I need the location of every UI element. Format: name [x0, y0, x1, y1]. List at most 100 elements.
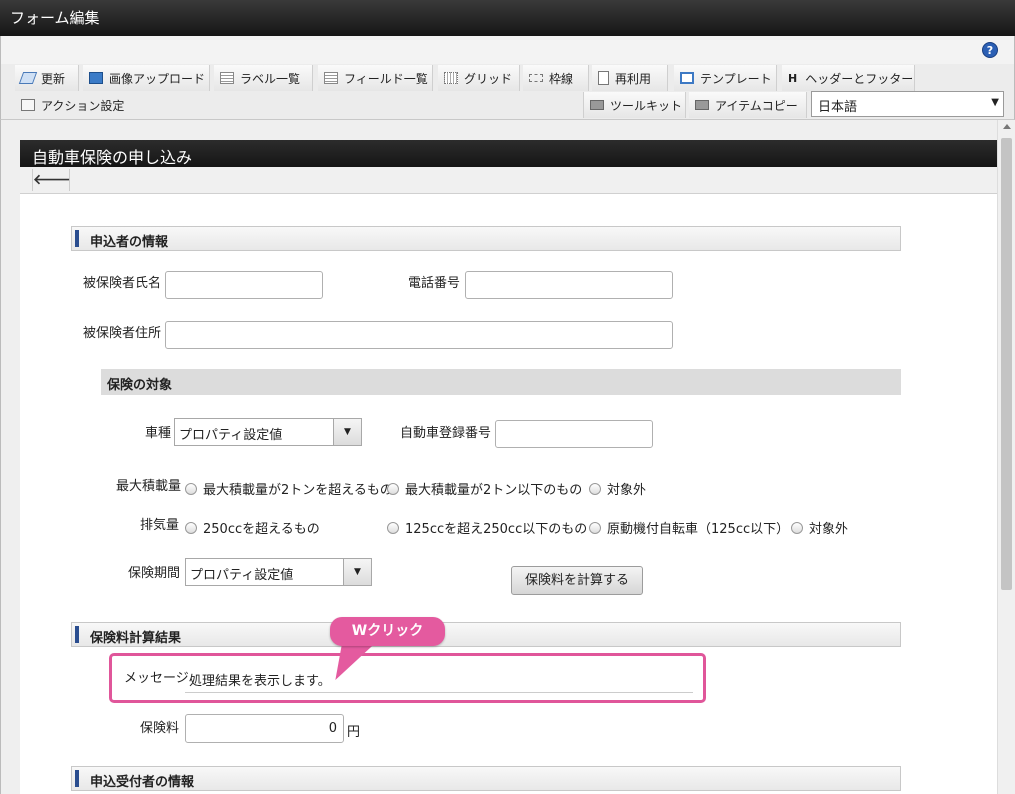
displacement-radio-over250[interactable]: 250ccを超えるもの — [185, 518, 320, 537]
car-type-label: 車種 — [145, 426, 172, 441]
header-footer-button[interactable]: H ヘッダーとフッター — [782, 65, 915, 91]
reuse-label: 再利用 — [615, 71, 652, 86]
template-icon — [680, 72, 694, 84]
image-icon — [89, 72, 103, 84]
phone-input[interactable] — [465, 271, 673, 299]
radio-label: 対象外 — [809, 522, 849, 537]
displacement-radio-125to250[interactable]: 125ccを超え250cc以下のもの — [387, 518, 587, 537]
list-icon — [220, 72, 234, 84]
radio-circle — [589, 521, 601, 534]
address-label: 被保険者住所 — [83, 326, 162, 341]
scroll-thumb[interactable] — [1001, 138, 1012, 590]
max-load-radio-over2t[interactable]: 最大積載量が2トンを超えるもの — [185, 479, 393, 498]
phone-label: 電話番号 — [408, 276, 461, 291]
subsection-title: 保険の対象 — [107, 378, 173, 393]
radio-circle — [185, 482, 197, 495]
radio-circle — [791, 521, 803, 534]
label-list-button[interactable]: ラベル一覧 — [214, 65, 313, 91]
radio-label: 最大積載量が2トン以下のもの — [405, 483, 583, 498]
template-label: テンプレート — [700, 71, 772, 86]
form-title-bar: 自動車保険の申し込み — [20, 140, 997, 167]
window-title: フォーム編集 — [10, 9, 100, 27]
calculate-premium-button[interactable]: 保険料を計算する — [511, 566, 643, 595]
yen-label: 円 — [347, 725, 361, 740]
max-load-radio-under2t[interactable]: 最大積載量が2トン以下のもの — [387, 479, 582, 498]
displacement-label: 排気量 — [140, 518, 180, 533]
update-icon — [18, 72, 38, 84]
action-settings-label: アクション設定 — [41, 98, 125, 113]
double-click-callout: Wクリック — [330, 617, 445, 646]
list-icon — [324, 72, 338, 84]
section-title: 申込者の情報 — [90, 235, 169, 250]
item-copy-button[interactable]: アイテムコピー — [689, 92, 807, 118]
radio-label: 原動機付自転車（125cc以下） — [607, 522, 790, 537]
radio-circle — [387, 521, 399, 534]
insured-name-label: 被保険者氏名 — [83, 276, 162, 291]
h-icon: H — [788, 71, 798, 85]
scroll-up-icon[interactable] — [1003, 124, 1011, 129]
toolkit-label: ツールキット — [610, 98, 683, 113]
vertical-scrollbar[interactable] — [997, 120, 1015, 794]
displacement-radio-na[interactable]: 対象外 — [791, 518, 848, 537]
radio-circle — [185, 521, 197, 534]
registration-no-input[interactable] — [495, 420, 653, 448]
message-label: メッセージ — [124, 671, 189, 686]
update-label: 更新 — [41, 71, 66, 86]
grid-button[interactable]: グリッド — [438, 65, 520, 91]
registration-no-label: 自動車登録番号 — [400, 426, 492, 441]
car-type-value: プロパティ設定値 — [179, 428, 283, 443]
section-premium-result: 保険料計算結果 — [71, 622, 901, 647]
field-list-label: フィールド一覧 — [344, 71, 428, 86]
section-title: 申込受付者の情報 — [90, 775, 195, 790]
update-button[interactable]: 更新 — [15, 65, 79, 91]
frame-line-label: 枠線 — [549, 71, 574, 86]
car-type-select[interactable]: プロパティ設定値 ▼ — [174, 418, 362, 446]
language-select[interactable]: 日本語 ▼ — [811, 91, 1004, 117]
max-load-label: 最大積載量 — [116, 479, 182, 494]
back-arrow-icon[interactable]: 🡐 — [32, 169, 71, 191]
editor-toolbar: 更新 画像アップロード ラベル一覧 フィールド一覧 グリッド 枠線 再利用 テン… — [0, 64, 1015, 120]
label-list-label: ラベル一覧 — [240, 71, 301, 86]
section-coverage: 保険の対象 — [101, 369, 901, 395]
chevron-down-icon: ▼ — [991, 97, 999, 108]
radio-label: 250ccを超えるもの — [203, 522, 320, 537]
frame-line-button[interactable]: 枠線 — [523, 65, 589, 91]
insured-name-input[interactable] — [165, 271, 323, 299]
radio-label: 最大積載量が2トンを超えるもの — [203, 483, 393, 498]
section-title: 保険料計算結果 — [90, 631, 182, 646]
frame-icon — [529, 74, 543, 82]
template-button[interactable]: テンプレート — [674, 65, 777, 91]
fee-input[interactable]: 0 — [185, 714, 344, 743]
item-copy-label: アイテムコピー — [715, 98, 798, 113]
image-upload-button[interactable]: 画像アップロード — [83, 65, 210, 91]
help-bar: ? — [0, 36, 1015, 64]
period-select[interactable]: プロパティ設定値 ▼ — [185, 558, 372, 586]
language-value: 日本語 — [818, 100, 858, 115]
fee-label: 保険料 — [140, 721, 180, 736]
reuse-button[interactable]: 再利用 — [592, 65, 668, 91]
window-title-bar: フォーム編集 — [0, 0, 1015, 36]
grid-icon — [444, 72, 458, 84]
address-input[interactable] — [165, 321, 673, 349]
chevron-down-icon[interactable]: ▼ — [343, 559, 371, 585]
period-label: 保険期間 — [128, 566, 181, 581]
radio-circle — [589, 482, 601, 495]
toolkit-button[interactable]: ツールキット — [583, 92, 686, 118]
action-settings-button[interactable]: アクション設定 — [15, 92, 133, 118]
item-copy-icon — [695, 100, 709, 110]
displacement-radio-moped[interactable]: 原動機付自転車（125cc以下） — [589, 518, 789, 537]
section-applicant-info: 申込者の情報 — [71, 226, 901, 251]
help-icon[interactable]: ? — [982, 42, 998, 58]
header-footer-label: ヘッダーとフッター — [805, 71, 914, 86]
reuse-icon — [598, 71, 609, 85]
radio-circle — [387, 482, 399, 495]
grid-label: グリッド — [464, 71, 513, 86]
chevron-down-icon[interactable]: ▼ — [333, 419, 361, 445]
max-load-radio-na[interactable]: 対象外 — [589, 479, 646, 498]
image-upload-label: 画像アップロード — [109, 71, 206, 86]
message-value[interactable]: 処理結果を表示します。 — [189, 670, 331, 689]
radio-label: 対象外 — [607, 483, 647, 498]
field-list-button[interactable]: フィールド一覧 — [318, 65, 433, 91]
form-toolbar: 🡐 — [20, 167, 997, 194]
period-value: プロパティ設定値 — [190, 568, 294, 583]
